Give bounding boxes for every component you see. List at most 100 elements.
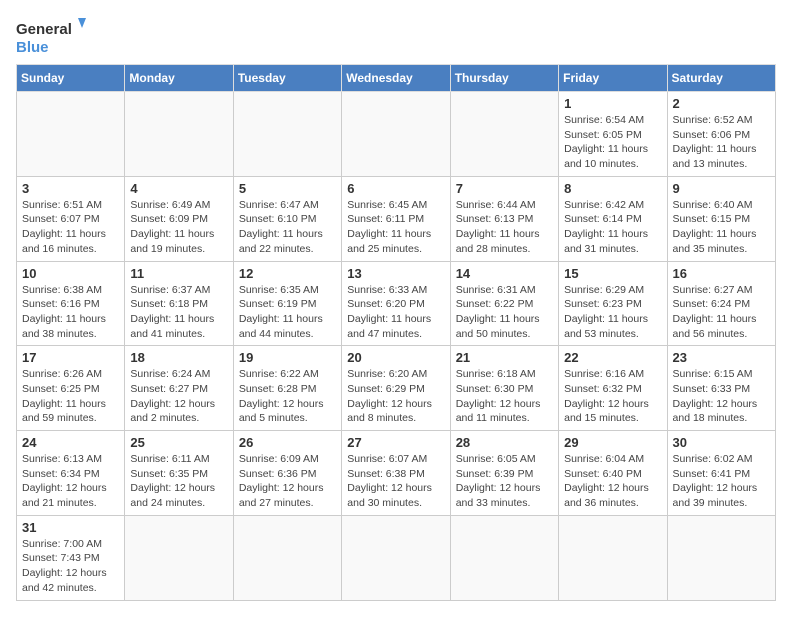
week-row-3: 10 Sunrise: 6:38 AM Sunset: 6:16 PM Dayli… [17,261,776,346]
calendar-cell: 1 Sunrise: 6:54 AM Sunset: 6:05 PM Daylig… [559,92,667,177]
week-row-6: 31 Sunrise: 7:00 AM Sunset: 7:43 PM Dayli… [17,515,776,600]
day-header-wednesday: Wednesday [342,65,450,92]
day-header-tuesday: Tuesday [233,65,341,92]
calendar-cell [233,515,341,600]
calendar-cell: 21 Sunrise: 6:18 AM Sunset: 6:30 PM Dayli… [450,346,558,431]
day-info: Sunrise: 6:16 AM Sunset: 6:32 PM Dayligh… [564,367,661,426]
calendar-cell: 20 Sunrise: 6:20 AM Sunset: 6:29 PM Dayli… [342,346,450,431]
day-info: Sunrise: 6:02 AM Sunset: 6:41 PM Dayligh… [673,452,770,511]
day-number: 15 [564,266,661,281]
day-number: 2 [673,96,770,111]
calendar-cell: 18 Sunrise: 6:24 AM Sunset: 6:27 PM Dayli… [125,346,233,431]
day-info: Sunrise: 6:27 AM Sunset: 6:24 PM Dayligh… [673,283,770,342]
day-number: 21 [456,350,553,365]
logo-svg: General Blue [16,16,86,56]
calendar-cell: 6 Sunrise: 6:45 AM Sunset: 6:11 PM Daylig… [342,176,450,261]
calendar-cell [125,515,233,600]
calendar-cell: 25Sunrise: 6:11 AM Sunset: 6:35 PM Dayli… [125,431,233,516]
day-info: Sunrise: 6:35 AM Sunset: 6:19 PM Dayligh… [239,283,336,342]
calendar: SundayMondayTuesdayWednesdayThursdayFrid… [16,64,776,601]
day-number: 11 [130,266,227,281]
day-number: 8 [564,181,661,196]
day-number: 1 [564,96,661,111]
day-info: Sunrise: 6:09 AM Sunset: 6:36 PM Dayligh… [239,452,336,511]
day-number: 7 [456,181,553,196]
calendar-cell [17,92,125,177]
day-info: Sunrise: 6:54 AM Sunset: 6:05 PM Dayligh… [564,113,661,172]
day-info: Sunrise: 6:15 AM Sunset: 6:33 PM Dayligh… [673,367,770,426]
day-info: Sunrise: 6:05 AM Sunset: 6:39 PM Dayligh… [456,452,553,511]
day-header-friday: Friday [559,65,667,92]
day-number: 31 [22,520,119,535]
day-number: 4 [130,181,227,196]
day-info: Sunrise: 6:47 AM Sunset: 6:10 PM Dayligh… [239,198,336,257]
day-number: 14 [456,266,553,281]
day-info: Sunrise: 6:29 AM Sunset: 6:23 PM Dayligh… [564,283,661,342]
day-header-thursday: Thursday [450,65,558,92]
calendar-cell: 17 Sunrise: 6:26 AM Sunset: 6:25 PM Dayli… [17,346,125,431]
day-info: Sunrise: 6:49 AM Sunset: 6:09 PM Dayligh… [130,198,227,257]
day-info: Sunrise: 6:24 AM Sunset: 6:27 PM Dayligh… [130,367,227,426]
logo: General Blue [16,16,86,56]
day-number: 10 [22,266,119,281]
day-number: 17 [22,350,119,365]
day-info: Sunrise: 6:52 AM Sunset: 6:06 PM Dayligh… [673,113,770,172]
day-number: 25 [130,435,227,450]
week-row-1: 1 Sunrise: 6:54 AM Sunset: 6:05 PM Daylig… [17,92,776,177]
day-number: 28 [456,435,553,450]
day-number: 6 [347,181,444,196]
calendar-cell: 28 Sunrise: 6:05 AM Sunset: 6:39 PM Dayli… [450,431,558,516]
day-info: Sunrise: 6:44 AM Sunset: 6:13 PM Dayligh… [456,198,553,257]
svg-text:General: General [16,21,72,38]
day-info: Sunrise: 6:37 AM Sunset: 6:18 PM Dayligh… [130,283,227,342]
day-info: Sunrise: 6:22 AM Sunset: 6:28 PM Dayligh… [239,367,336,426]
calendar-cell [559,515,667,600]
day-number: 19 [239,350,336,365]
day-number: 20 [347,350,444,365]
day-number: 23 [673,350,770,365]
calendar-cell: 29Sunrise: 6:04 AM Sunset: 6:40 PM Dayli… [559,431,667,516]
day-info: Sunrise: 6:45 AM Sunset: 6:11 PM Dayligh… [347,198,444,257]
day-number: 22 [564,350,661,365]
calendar-cell: 10 Sunrise: 6:38 AM Sunset: 6:16 PM Dayli… [17,261,125,346]
calendar-cell [450,92,558,177]
calendar-cell [667,515,775,600]
calendar-cell: 3Sunrise: 6:51 AM Sunset: 6:07 PM Daylig… [17,176,125,261]
day-info: Sunrise: 7:00 AM Sunset: 7:43 PM Dayligh… [22,537,119,596]
calendar-cell: 7 Sunrise: 6:44 AM Sunset: 6:13 PM Daylig… [450,176,558,261]
calendar-cell [233,92,341,177]
day-info: Sunrise: 6:31 AM Sunset: 6:22 PM Dayligh… [456,283,553,342]
day-info: Sunrise: 6:33 AM Sunset: 6:20 PM Dayligh… [347,283,444,342]
week-row-2: 3Sunrise: 6:51 AM Sunset: 6:07 PM Daylig… [17,176,776,261]
day-info: Sunrise: 6:18 AM Sunset: 6:30 PM Dayligh… [456,367,553,426]
day-info: Sunrise: 6:04 AM Sunset: 6:40 PM Dayligh… [564,452,661,511]
day-number: 30 [673,435,770,450]
week-row-4: 17 Sunrise: 6:26 AM Sunset: 6:25 PM Dayli… [17,346,776,431]
calendar-cell: 31 Sunrise: 7:00 AM Sunset: 7:43 PM Dayli… [17,515,125,600]
day-info: Sunrise: 6:26 AM Sunset: 6:25 PM Dayligh… [22,367,119,426]
calendar-cell: 30 Sunrise: 6:02 AM Sunset: 6:41 PM Dayli… [667,431,775,516]
calendar-cell: 26Sunrise: 6:09 AM Sunset: 6:36 PM Dayli… [233,431,341,516]
day-info: Sunrise: 6:51 AM Sunset: 6:07 PM Dayligh… [22,198,119,257]
day-number: 12 [239,266,336,281]
calendar-cell: 16Sunrise: 6:27 AM Sunset: 6:24 PM Dayli… [667,261,775,346]
calendar-cell: 8 Sunrise: 6:42 AM Sunset: 6:14 PM Daylig… [559,176,667,261]
header: General Blue [16,16,776,56]
day-number: 24 [22,435,119,450]
calendar-cell: 4 Sunrise: 6:49 AM Sunset: 6:09 PM Daylig… [125,176,233,261]
day-header-sunday: Sunday [17,65,125,92]
day-number: 18 [130,350,227,365]
calendar-cell: 11 Sunrise: 6:37 AM Sunset: 6:18 PM Dayli… [125,261,233,346]
svg-text:Blue: Blue [16,39,49,56]
calendar-cell: 14 Sunrise: 6:31 AM Sunset: 6:22 PM Dayli… [450,261,558,346]
day-info: Sunrise: 6:20 AM Sunset: 6:29 PM Dayligh… [347,367,444,426]
day-info: Sunrise: 6:42 AM Sunset: 6:14 PM Dayligh… [564,198,661,257]
day-header-saturday: Saturday [667,65,775,92]
calendar-cell [342,515,450,600]
day-number: 9 [673,181,770,196]
days-header-row: SundayMondayTuesdayWednesdayThursdayFrid… [17,65,776,92]
calendar-cell: 13Sunrise: 6:33 AM Sunset: 6:20 PM Dayli… [342,261,450,346]
calendar-cell: 5Sunrise: 6:47 AM Sunset: 6:10 PM Daylig… [233,176,341,261]
day-info: Sunrise: 6:38 AM Sunset: 6:16 PM Dayligh… [22,283,119,342]
day-info: Sunrise: 6:13 AM Sunset: 6:34 PM Dayligh… [22,452,119,511]
